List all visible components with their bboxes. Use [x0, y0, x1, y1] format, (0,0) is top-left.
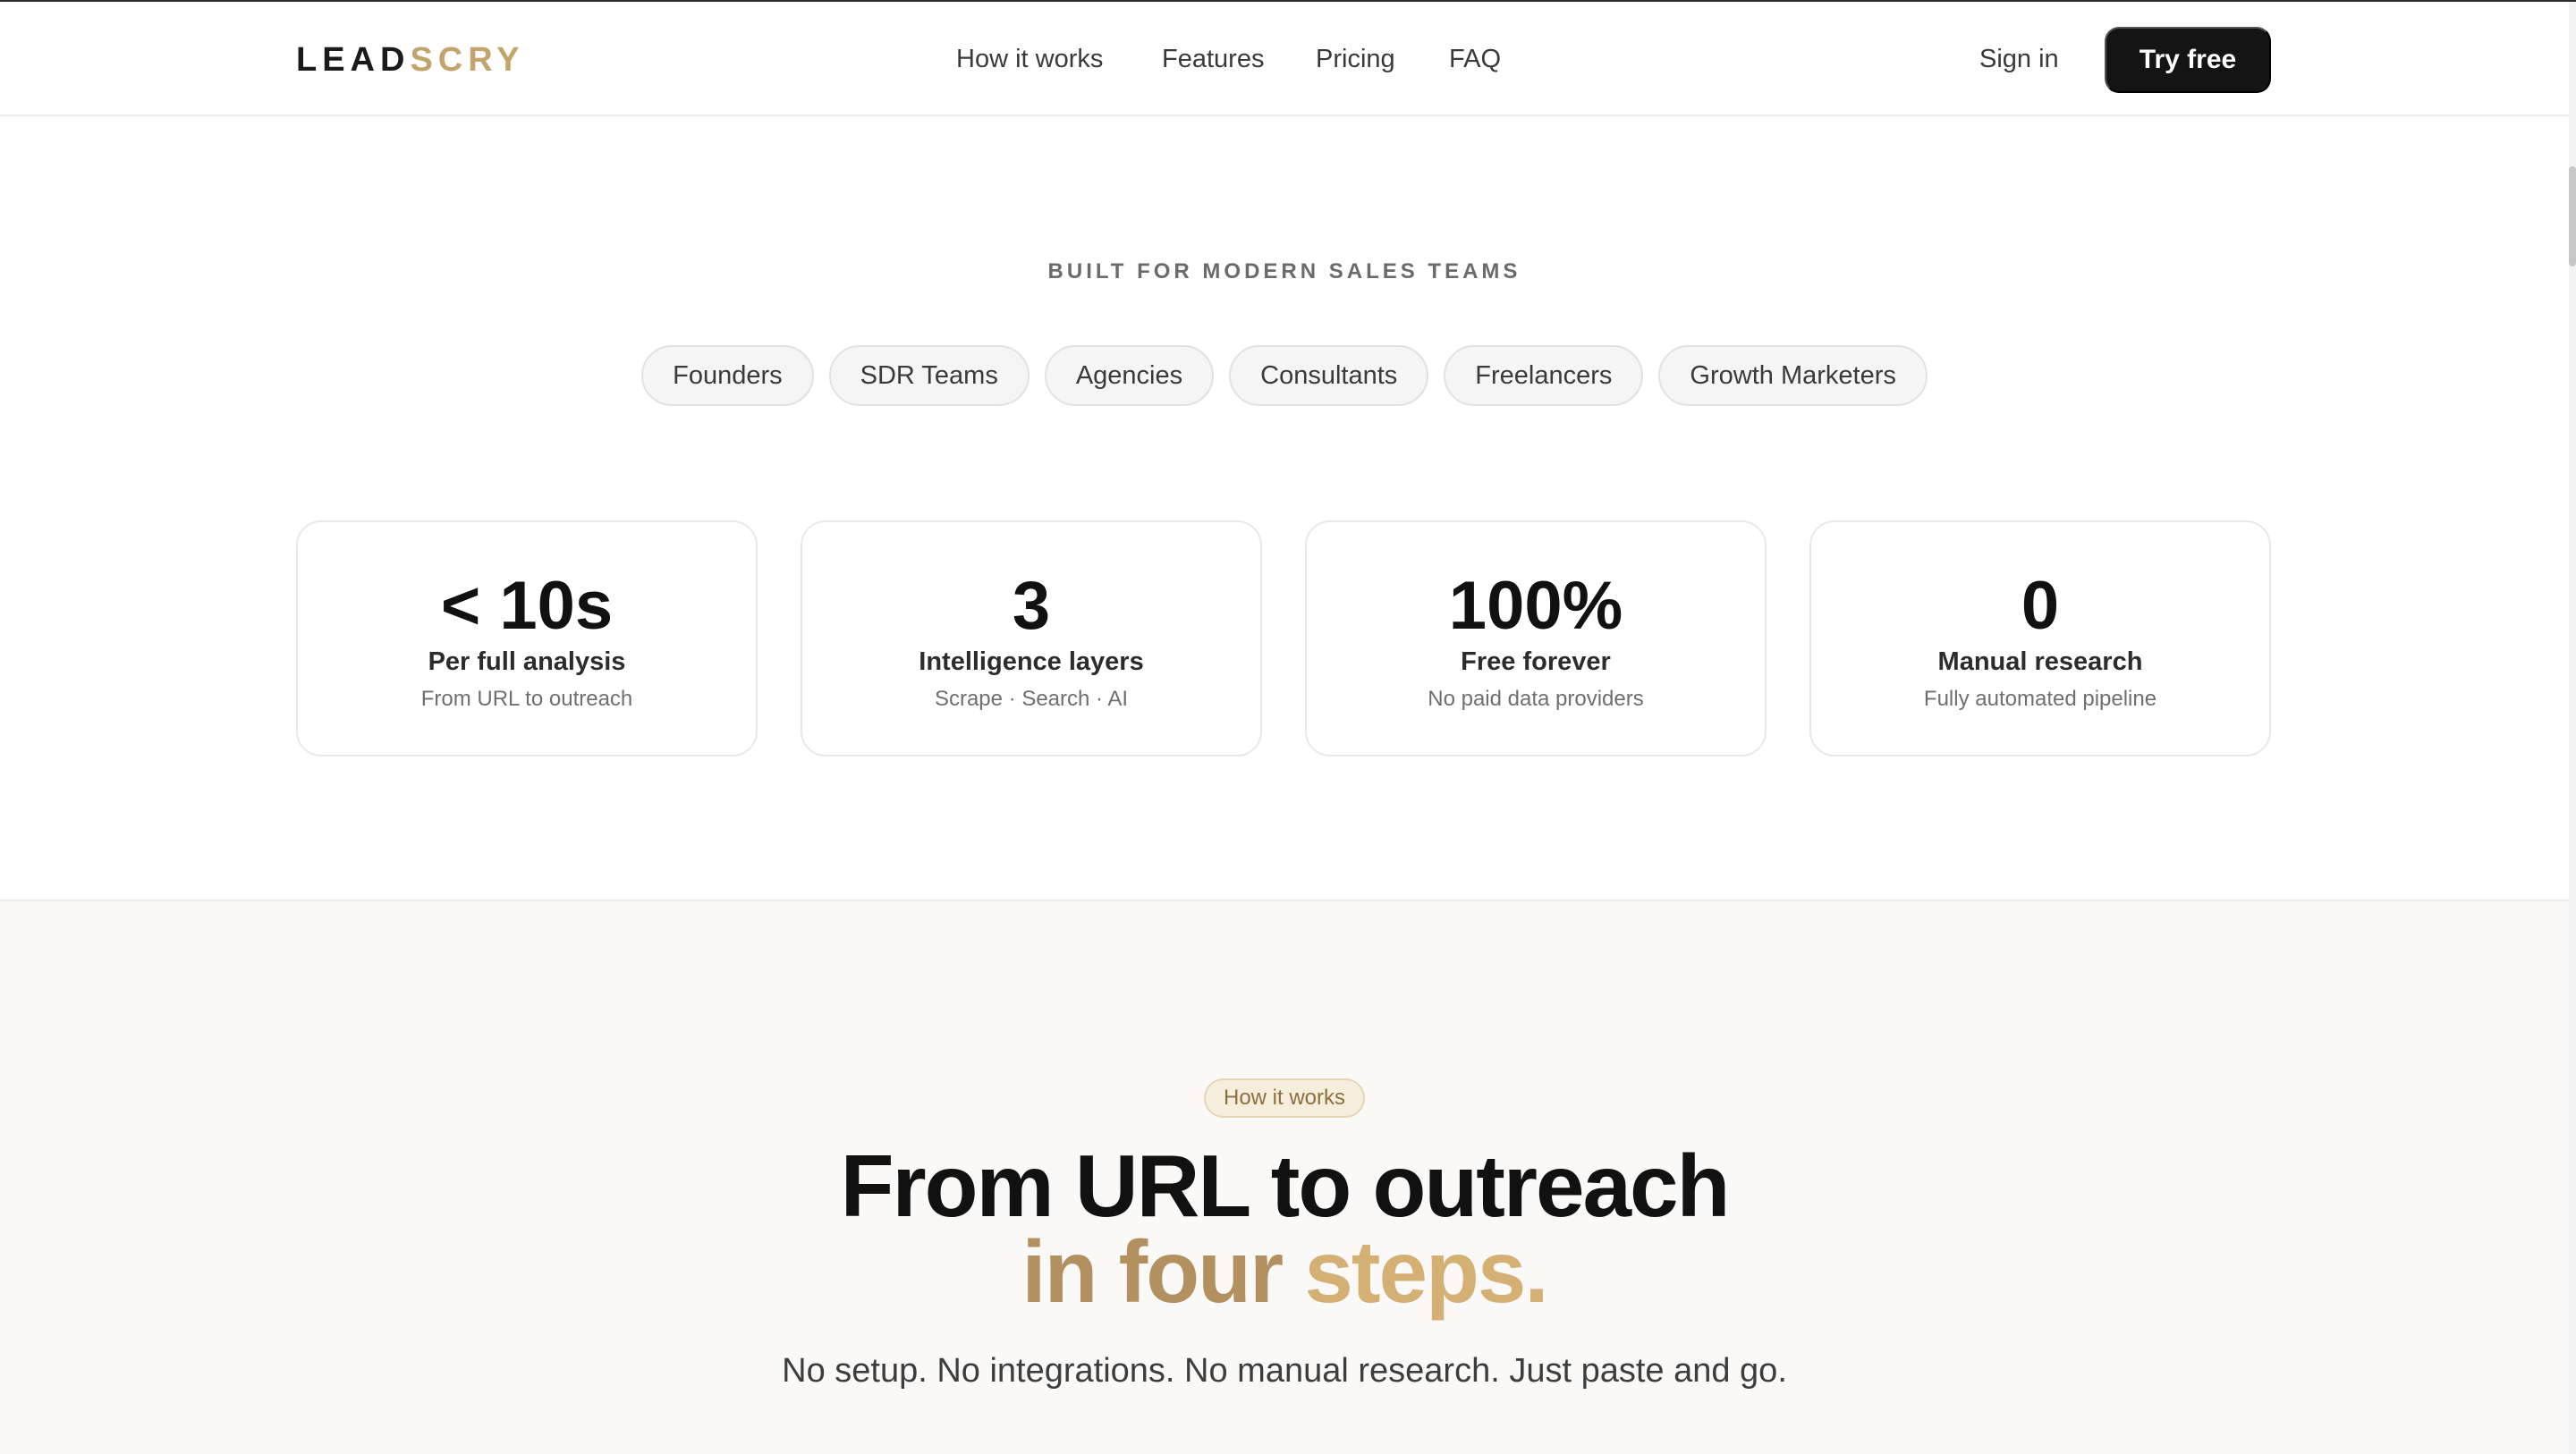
nav-link-features[interactable]: Features [1162, 45, 1264, 74]
logo[interactable]: LEADSCRY [296, 41, 525, 80]
stat-label: Manual research [1937, 647, 2143, 676]
section-badge-wrap: How it works [0, 1078, 2569, 1118]
how-it-works-section: How it works From URL to outreach in fou… [0, 900, 2569, 1454]
stat-subtext: Scrape · Search · AI [934, 687, 1129, 711]
stats-row: < 10s Per full analysis From URL to outr… [296, 520, 2271, 757]
stat-value: 100% [1448, 568, 1623, 644]
try-free-button[interactable]: Try free [2105, 27, 2271, 93]
stat-card-free: 100% Free forever No paid data providers [1305, 520, 1767, 757]
stat-label: Intelligence layers [919, 647, 1144, 676]
stat-subtext: From URL to outreach [420, 687, 633, 711]
scrollbar-thumb[interactable] [2569, 166, 2576, 266]
audience-eyebrow: BUILT FOR MODERN SALES TEAMS [1047, 259, 1521, 283]
section-subtitle: No setup. No integrations. No manual res… [782, 1352, 1787, 1390]
nav-link-faq[interactable]: FAQ [1449, 45, 1501, 74]
stat-label: Free forever [1461, 647, 1611, 676]
audience-pill-freelancers: Freelancers [1444, 345, 1644, 406]
stat-subtext: No paid data providers [1428, 687, 1644, 711]
stat-subtext: Fully automated pipeline [1923, 687, 2157, 711]
site-header: LEADSCRY How it works Features Pricing F… [0, 2, 2569, 116]
audience-pill-sdr-teams: SDR Teams [828, 345, 1030, 406]
logo-text-lead: LEAD [296, 41, 411, 79]
logo-text-scry: SCRY [410, 41, 525, 79]
nav-link-pricing[interactable]: Pricing [1316, 45, 1395, 74]
audience-pill-agencies: Agencies [1044, 345, 1215, 406]
stat-value: 0 [2021, 568, 2060, 644]
stat-label: Per full analysis [428, 647, 626, 676]
stat-card-speed: < 10s Per full analysis From URL to outr… [296, 520, 758, 757]
audience-pill-founders: Founders [641, 345, 814, 406]
section-title-line1: From URL to outreach [840, 1137, 1731, 1235]
stat-card-layers: 3 Intelligence layers Scrape · Search · … [801, 520, 1262, 757]
nav-link-how-it-works[interactable]: How it works [956, 45, 1103, 74]
section-title-accent-b: steps. [1304, 1222, 1548, 1321]
audience-pill-growth-marketers: Growth Marketers [1658, 345, 1928, 406]
section-badge: How it works [1203, 1078, 1366, 1118]
audience-pill-list: Founders SDR Teams Agencies Consultants … [0, 345, 2569, 406]
stat-card-manual: 0 Manual research Fully automated pipeli… [1809, 520, 2271, 757]
audience-pill-consultants: Consultants [1229, 345, 1429, 406]
stat-value: 3 [1012, 568, 1051, 644]
section-title-accent-a: in four [1021, 1222, 1305, 1321]
sign-in-link[interactable]: Sign in [1979, 45, 2059, 74]
section-title-line2: in four steps. [0, 1225, 2569, 1318]
stat-value: < 10s [440, 568, 614, 644]
